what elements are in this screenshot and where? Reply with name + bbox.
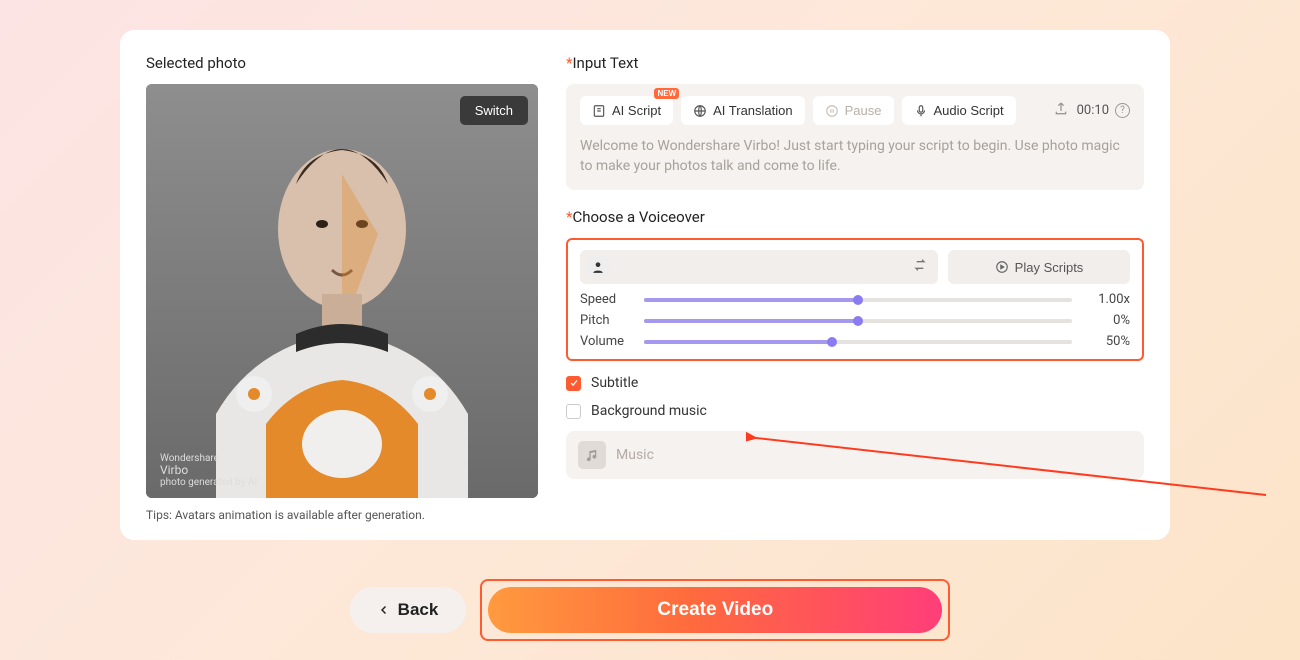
translate-icon — [693, 104, 707, 118]
back-button[interactable]: Back — [350, 587, 467, 633]
voice-picker[interactable] — [580, 250, 938, 284]
selected-photo-label: Selected photo — [146, 54, 538, 72]
pause-button[interactable]: Pause — [813, 96, 894, 125]
checkbox-off-icon — [566, 404, 581, 419]
watermark-sub: photo generated by AI — [160, 477, 257, 488]
new-badge: NEW — [654, 88, 679, 99]
right-column: *Input Text AI Script NEW AI Translation — [566, 54, 1144, 522]
avatar-image — [146, 84, 538, 498]
swap-icon — [912, 257, 928, 277]
tips-text: Tips: Avatars animation is available aft… — [146, 508, 538, 522]
play-scripts-button[interactable]: Play Scripts — [948, 250, 1130, 284]
pitch-slider[interactable]: Pitch 0% — [580, 313, 1130, 328]
voiceover-panel: Play Scripts Speed 1.00x Pitch 0% Volume — [566, 238, 1144, 361]
main-card: Selected photo — [120, 30, 1170, 540]
mic-icon — [914, 104, 928, 118]
watermark-brand: Virbo — [160, 464, 257, 477]
create-video-button[interactable]: Create Video — [488, 587, 942, 633]
create-video-highlight: Create Video — [480, 579, 950, 641]
audio-script-button[interactable]: Audio Script — [902, 96, 1016, 125]
script-textarea[interactable]: Welcome to Wondershare Virbo! Just start… — [580, 137, 1130, 176]
script-icon — [592, 104, 606, 118]
pause-icon — [825, 104, 839, 118]
voiceover-label: *Choose a Voiceover — [566, 208, 1144, 226]
input-text-panel: AI Script NEW AI Translation Pause Audio… — [566, 84, 1144, 190]
speed-slider[interactable]: Speed 1.00x — [580, 292, 1130, 307]
voice-avatar-icon — [586, 255, 610, 279]
subtitle-toggle[interactable]: Subtitle — [566, 375, 1144, 391]
watermark: Wondershare Virbo photo generated by AI — [160, 453, 257, 488]
checkbox-on-icon — [566, 376, 581, 391]
play-icon — [995, 260, 1009, 274]
footer-bar: Back Create Video — [0, 560, 1300, 660]
input-text-label: *Input Text — [566, 54, 1144, 72]
chevron-left-icon — [378, 604, 390, 616]
script-toolbar: AI Script NEW AI Translation Pause Audio… — [580, 96, 1130, 125]
bgm-toggle[interactable]: Background music — [566, 403, 1144, 419]
left-column: Selected photo — [146, 54, 538, 522]
timecode: 00:10 ? — [1077, 103, 1130, 118]
switch-button[interactable]: Switch — [460, 96, 528, 125]
ai-script-button[interactable]: AI Script NEW — [580, 96, 673, 125]
selected-photo-preview: Switch Wondershare Virbo photo generated… — [146, 84, 538, 498]
volume-slider[interactable]: Volume 50% — [580, 334, 1130, 349]
help-icon[interactable]: ? — [1115, 103, 1130, 118]
ai-translation-button[interactable]: AI Translation — [681, 96, 805, 125]
music-icon — [578, 441, 606, 469]
export-icon[interactable] — [1053, 101, 1069, 121]
music-picker[interactable]: Music — [566, 431, 1144, 479]
